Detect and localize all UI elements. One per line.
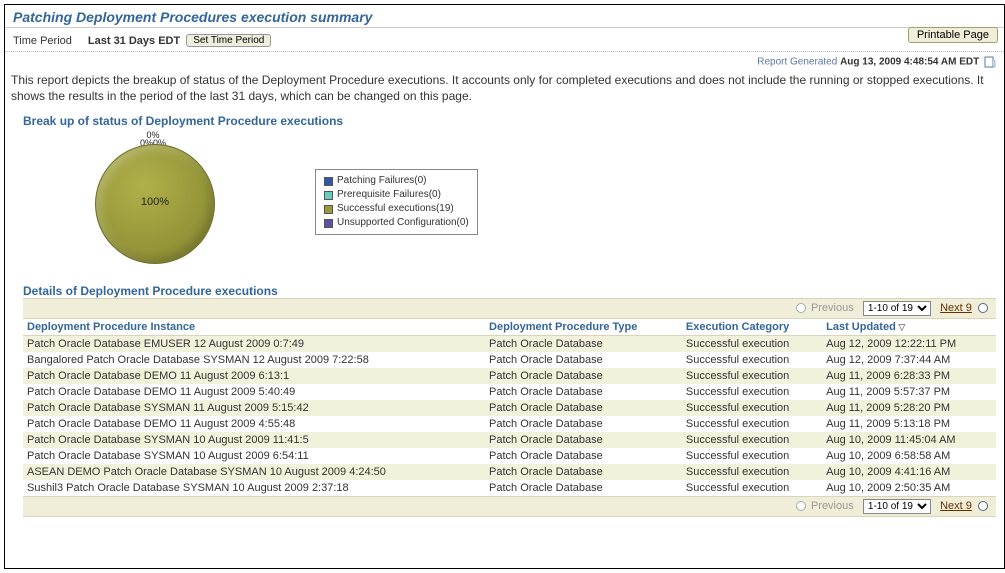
table-cell: Patch Oracle Database (485, 352, 682, 368)
table-cell: Patch Oracle Database (485, 336, 682, 353)
legend-prerequisite-failures: Prerequisite Failures(0) (324, 188, 469, 202)
col-instance[interactable]: Deployment Procedure Instance (23, 319, 485, 336)
table-cell: Successful execution (682, 416, 822, 432)
prev-icon (796, 501, 806, 511)
page-title: Patching Deployment Procedures execution… (5, 5, 1004, 28)
swatch-icon (324, 191, 333, 200)
table-row: Patch Oracle Database EMUSER 12 August 2… (23, 336, 996, 353)
table-cell: Successful execution (682, 432, 822, 448)
table-cell: Patch Oracle Database (485, 368, 682, 384)
table-cell: Aug 10, 2009 2:50:35 AM (822, 480, 996, 496)
legend-unsupported-configuration: Unsupported Configuration(0) (324, 216, 469, 230)
table-cell: Patch Oracle Database (485, 400, 682, 416)
table-header-row: Deployment Procedure Instance Deployment… (23, 319, 996, 336)
swatch-icon (324, 177, 333, 186)
legend-label: Successful executions(19) (337, 202, 454, 216)
next-icon[interactable] (978, 501, 988, 511)
table-cell: Successful execution (682, 400, 822, 416)
pager-range-select[interactable]: 1-10 of 19 (863, 499, 931, 514)
table-cell: Bangalored Patch Oracle Database SYSMAN … (23, 352, 485, 368)
table-row: Bangalored Patch Oracle Database SYSMAN … (23, 352, 996, 368)
table-row: Patch Oracle Database DEMO 11 August 200… (23, 368, 996, 384)
table-cell: Patch Oracle Database SYSMAN 10 August 2… (23, 432, 485, 448)
table-cell: Patch Oracle Database (485, 480, 682, 496)
col-last-updated[interactable]: Last Updated (822, 319, 996, 336)
table-row: Patch Oracle Database DEMO 11 August 200… (23, 416, 996, 432)
legend-label: Patching Failures(0) (337, 174, 426, 188)
time-period-label: Time Period (13, 35, 72, 47)
table-cell: Patch Oracle Database DEMO 11 August 200… (23, 368, 485, 384)
chart-area: 0%0%0% 100% Patching Failures(0) Prerequ… (5, 128, 1004, 280)
table-cell: Aug 12, 2009 12:22:11 PM (822, 336, 996, 353)
report-generated-value: Aug 13, 2009 4:48:54 AM EDT (840, 57, 979, 68)
set-time-period-button[interactable]: Set Time Period (186, 34, 271, 47)
table-cell: Aug 11, 2009 5:13:18 PM (822, 416, 996, 432)
printable-page-button[interactable]: Printable Page (908, 27, 998, 43)
pie-center-label: 100% (85, 132, 225, 272)
table-cell: Successful execution (682, 352, 822, 368)
legend-label: Unsupported Configuration(0) (337, 216, 469, 230)
breakup-heading: Break up of status of Deployment Procedu… (5, 110, 1004, 128)
table-cell: Sushil3 Patch Oracle Database SYSMAN 10 … (23, 480, 485, 496)
table-cell: Aug 10, 2009 6:58:58 AM (822, 448, 996, 464)
details-table-section: Previous 1-10 of 19 Next 9 Deployment Pr… (5, 298, 1004, 521)
table-cell: Successful execution (682, 384, 822, 400)
report-description: This report depicts the breakup of statu… (5, 70, 1004, 110)
table-cell: Successful execution (682, 480, 822, 496)
table-cell: Patch Oracle Database EMUSER 12 August 2… (23, 336, 485, 353)
table-cell: Successful execution (682, 368, 822, 384)
report-generated: Report Generated Aug 13, 2009 4:48:54 AM… (5, 54, 1004, 70)
legend-label: Prerequisite Failures(0) (337, 188, 441, 202)
col-category[interactable]: Execution Category (682, 319, 822, 336)
col-type[interactable]: Deployment Procedure Type (485, 319, 682, 336)
table-cell: Successful execution (682, 448, 822, 464)
time-period-value: Last 31 Days EDT (88, 35, 180, 47)
details-heading: Details of Deployment Procedure executio… (5, 280, 1004, 298)
details-table: Deployment Procedure Instance Deployment… (23, 319, 996, 496)
time-period-row: Time Period Last 31 Days EDT Set Time Pe… (5, 28, 1004, 52)
pager-range-select[interactable]: 1-10 of 19 (863, 301, 931, 316)
table-row: Patch Oracle Database DEMO 11 August 200… (23, 384, 996, 400)
table-cell: Aug 11, 2009 5:28:20 PM (822, 400, 996, 416)
pager-previous-disabled: Previous (811, 302, 854, 314)
swatch-icon (324, 205, 333, 214)
pager-bottom: Previous 1-10 of 19 Next 9 (23, 496, 996, 517)
table-cell: Aug 12, 2009 7:37:44 AM (822, 352, 996, 368)
legend-patching-failures: Patching Failures(0) (324, 174, 469, 188)
table-row: Sushil3 Patch Oracle Database SYSMAN 10 … (23, 480, 996, 496)
table-row: Patch Oracle Database SYSMAN 11 August 2… (23, 400, 996, 416)
page-container: Patching Deployment Procedures execution… (4, 4, 1005, 569)
prev-icon (796, 303, 806, 313)
table-cell: Patch Oracle Database (485, 384, 682, 400)
report-generated-label: Report Generated (757, 57, 837, 68)
pie-chart: 0%0%0% 100% (85, 132, 225, 272)
table-cell: ASEAN DEMO Patch Oracle Database SYSMAN … (23, 464, 485, 480)
table-cell: Patch Oracle Database (485, 416, 682, 432)
table-cell: Patch Oracle Database SYSMAN 11 August 2… (23, 400, 485, 416)
table-cell: Aug 10, 2009 11:45:04 AM (822, 432, 996, 448)
table-row: Patch Oracle Database SYSMAN 10 August 2… (23, 448, 996, 464)
pager-previous-disabled: Previous (811, 500, 854, 512)
table-cell: Aug 11, 2009 5:57:37 PM (822, 384, 996, 400)
table-cell: Aug 10, 2009 4:41:16 AM (822, 464, 996, 480)
table-cell: Patch Oracle Database DEMO 11 August 200… (23, 384, 485, 400)
table-cell: Patch Oracle Database (485, 464, 682, 480)
pager-next-link[interactable]: Next 9 (940, 302, 972, 314)
pager-top: Previous 1-10 of 19 Next 9 (23, 298, 996, 319)
table-cell: Patch Oracle Database DEMO 11 August 200… (23, 416, 485, 432)
table-cell: Patch Oracle Database (485, 448, 682, 464)
pager-next-link[interactable]: Next 9 (940, 500, 972, 512)
report-page-icon (984, 56, 996, 68)
legend-successful-executions: Successful executions(19) (324, 202, 469, 216)
pie-legend: Patching Failures(0) Prerequisite Failur… (315, 169, 478, 235)
table-cell: Successful execution (682, 336, 822, 353)
table-cell: Aug 11, 2009 6:28:33 PM (822, 368, 996, 384)
next-icon[interactable] (978, 303, 988, 313)
table-cell: Patch Oracle Database SYSMAN 10 August 2… (23, 448, 485, 464)
swatch-icon (324, 219, 333, 228)
table-row: ASEAN DEMO Patch Oracle Database SYSMAN … (23, 464, 996, 480)
table-row: Patch Oracle Database SYSMAN 10 August 2… (23, 432, 996, 448)
table-cell: Patch Oracle Database (485, 432, 682, 448)
table-cell: Successful execution (682, 464, 822, 480)
